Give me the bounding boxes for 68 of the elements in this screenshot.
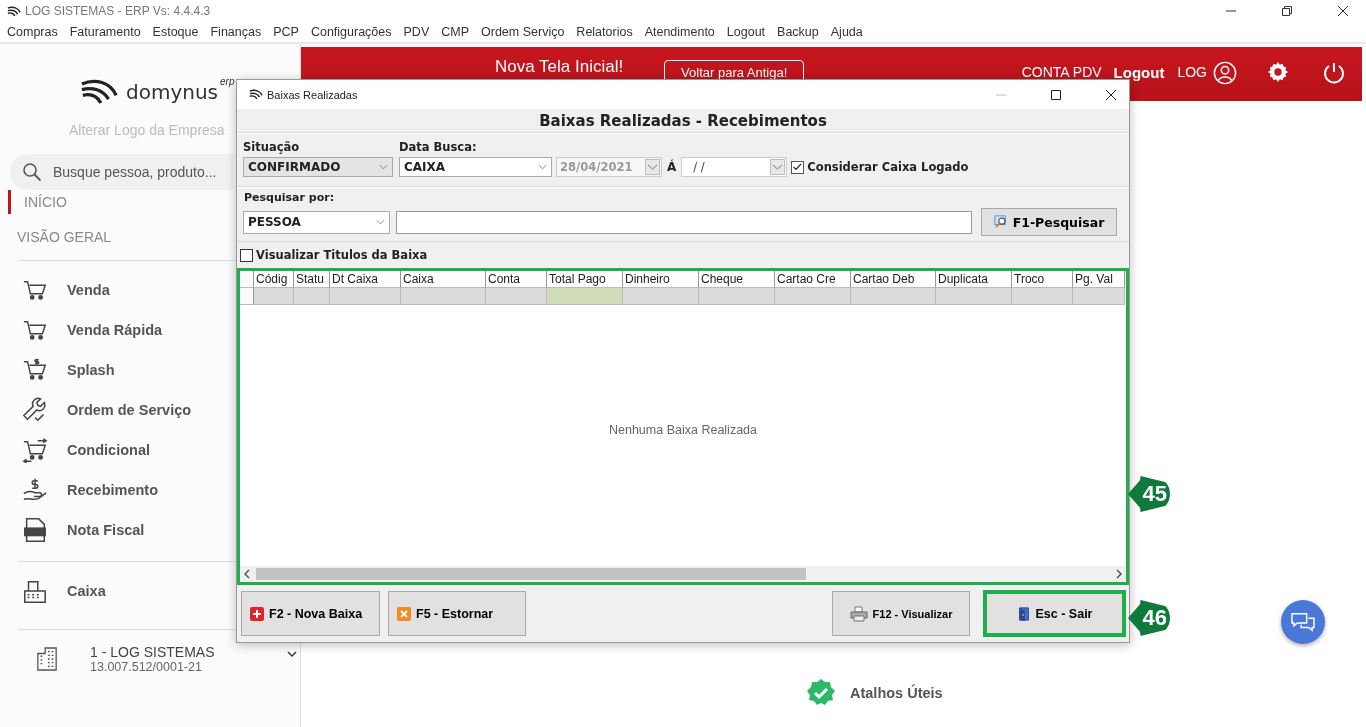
column-header[interactable]: Pg. Val bbox=[1073, 271, 1125, 288]
header-title: Nova Tela Inicial! bbox=[495, 57, 624, 77]
date-to-field[interactable]: / / bbox=[681, 157, 788, 177]
column-header[interactable]: Cheque bbox=[699, 271, 775, 288]
company-name: 1 - LOG SISTEMAS bbox=[90, 644, 215, 660]
nav-item[interactable]: Nota Fiscal bbox=[67, 522, 145, 538]
nav-item[interactable]: Condicional bbox=[67, 442, 150, 458]
nav-item[interactable]: Venda bbox=[67, 282, 110, 298]
nav-item[interactable]: Recebimento bbox=[67, 482, 159, 498]
user-label: LOG bbox=[1177, 64, 1207, 80]
column-header[interactable]: Dinheiro bbox=[623, 271, 699, 288]
menu-item[interactable]: PDV bbox=[403, 25, 430, 39]
company-id: 13.007.512/0001-21 bbox=[90, 660, 203, 674]
dialog-heading: Baixas Realizadas - Recebimentos bbox=[237, 109, 1129, 133]
menu-item[interactable]: Configurações bbox=[310, 25, 392, 39]
field-label: Data Busca: bbox=[399, 140, 478, 154]
account-label[interactable]: CONTA PDV bbox=[1021, 64, 1102, 80]
checkbox-label: Visualizar Titulos da Baixa bbox=[256, 248, 428, 262]
logo-text: domynus bbox=[126, 80, 219, 104]
logo-suffix: erp bbox=[220, 76, 235, 87]
field-label: Situação bbox=[243, 140, 301, 154]
column-header[interactable]: Códig bbox=[254, 271, 294, 288]
nav-item[interactable]: Splash bbox=[67, 362, 115, 378]
menu-item[interactable]: Finanças bbox=[210, 25, 262, 39]
column-header[interactable]: Troco bbox=[1012, 271, 1073, 288]
dialog-title: Baixas Realizadas bbox=[267, 88, 358, 101]
column-header[interactable]: Caixa bbox=[401, 271, 486, 288]
search-field[interactable]: Busque pessoa, produto... bbox=[10, 154, 234, 190]
search-type-dropdown[interactable]: PESSOA bbox=[243, 210, 390, 234]
range-separator: Á bbox=[667, 160, 677, 174]
nav-section[interactable]: INÍCIO bbox=[8, 190, 67, 214]
date-type-dropdown[interactable]: CAIXA bbox=[399, 157, 552, 177]
search-button[interactable]: F1-Pesquisar bbox=[981, 208, 1117, 236]
menu-item[interactable]: Ordem Serviço bbox=[481, 25, 565, 39]
shortcuts-title: Atalhos Úteis bbox=[850, 685, 943, 701]
menu-item[interactable]: Relatorios bbox=[576, 25, 633, 39]
column-header[interactable]: Conta bbox=[486, 271, 547, 288]
menu-item[interactable]: Atendimento bbox=[644, 25, 715, 39]
callout-badge: 45 bbox=[1128, 476, 1170, 512]
logout-link[interactable]: Logout bbox=[1113, 64, 1165, 81]
nav-item[interactable]: Venda Rápida bbox=[67, 322, 163, 338]
checkbox-label: Considerar Caixa Logado bbox=[807, 160, 969, 174]
nav-section[interactable]: VISÃO GERAL bbox=[0, 225, 112, 249]
menu-item[interactable]: Compras bbox=[7, 25, 58, 39]
field-label: Pesquisar por: bbox=[243, 190, 336, 204]
nav-item[interactable]: Ordem de Serviço bbox=[67, 402, 192, 418]
callout-badge: 46 bbox=[1128, 600, 1170, 636]
column-header[interactable]: Duplicata bbox=[936, 271, 1012, 288]
empty-message: Nenhuma Baixa Realizada bbox=[609, 422, 757, 437]
action-button[interactable]: F5 - Estornar bbox=[388, 591, 526, 636]
menu-item[interactable]: Estoque bbox=[152, 25, 199, 39]
column-header[interactable]: Total Pago bbox=[547, 271, 623, 288]
column-header[interactable]: Cartao Deb bbox=[851, 271, 936, 288]
column-header[interactable]: Cartao Cre bbox=[775, 271, 851, 288]
action-button[interactable]: F12 - Visualizar bbox=[832, 591, 970, 636]
menu-item[interactable]: Logout bbox=[726, 25, 766, 39]
window-title: LOG SISTEMAS - ERP Vs: 4.4.4.3 bbox=[25, 4, 211, 18]
nav-item[interactable]: Caixa bbox=[67, 583, 106, 599]
menu-item[interactable]: Backup bbox=[777, 25, 819, 39]
action-button[interactable]: Esc - Sair bbox=[983, 590, 1126, 637]
menu-item[interactable]: Ajuda bbox=[830, 25, 863, 39]
menu-item[interactable]: CMP bbox=[441, 25, 469, 39]
menu-item[interactable]: PCP bbox=[273, 25, 299, 39]
menu-item[interactable]: Faturamento bbox=[69, 25, 141, 39]
action-button[interactable]: F2 - Nova Baixa bbox=[241, 591, 380, 636]
column-header[interactable]: Statu bbox=[294, 271, 330, 288]
status-dropdown[interactable]: CONFIRMADO bbox=[243, 157, 393, 177]
column-header[interactable]: Dt Caixa bbox=[330, 271, 401, 288]
